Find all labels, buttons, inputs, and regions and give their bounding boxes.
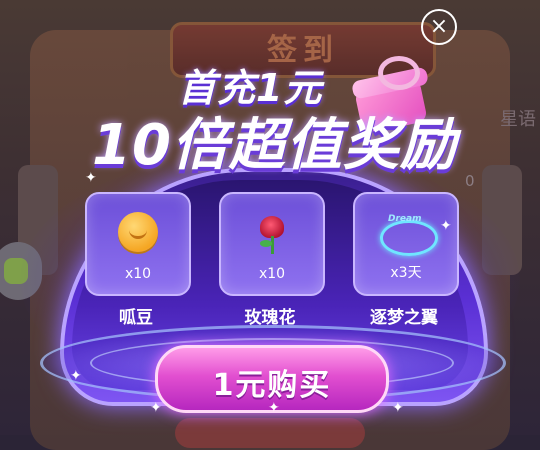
- reward-quantity: x10: [258, 266, 286, 282]
- rose-head: [260, 216, 284, 238]
- reward-name-wings: 逐梦之翼: [370, 308, 438, 328]
- sparkle-icon: ✦: [150, 400, 162, 416]
- wings-icon: Dream: [380, 212, 438, 256]
- beans-icon: [118, 212, 158, 252]
- close-button[interactable]: ×: [421, 9, 457, 45]
- reward-card-wings: Dream x3天: [353, 192, 459, 296]
- rose-icon: [252, 212, 292, 254]
- gift-box-bow: [378, 56, 420, 90]
- buy-button-label: 1元购买: [212, 368, 332, 403]
- sparkle-icon: ✦: [70, 368, 82, 384]
- sparkle-icon: ✦: [440, 218, 452, 234]
- reward-name-beans: 呱豆: [119, 308, 153, 328]
- rose-leaf: [260, 240, 272, 247]
- reward-card-beans: x10: [85, 192, 191, 296]
- reward-name-rose: 玫瑰花: [244, 308, 296, 328]
- sparkle-icon: ✦: [268, 400, 280, 416]
- sparkle-icon: ✦: [85, 170, 97, 186]
- reward-quantity: x10: [124, 266, 152, 282]
- reward-card-rose: x10: [219, 192, 325, 296]
- beans-face: [129, 228, 147, 239]
- wings-icon-text: Dream: [388, 214, 422, 224]
- rose-stem: [271, 236, 274, 254]
- sparkle-icon: ✦: [392, 400, 404, 416]
- reward-quantity: x3天: [390, 265, 422, 281]
- wings-halo: [380, 220, 438, 256]
- headline-reward: 10倍超值奖励: [92, 113, 457, 178]
- first-recharge-popup: 首充1元 10倍超值奖励 x10 呱豆 x10 玫瑰花 Dream x3天 逐梦…: [0, 0, 540, 435]
